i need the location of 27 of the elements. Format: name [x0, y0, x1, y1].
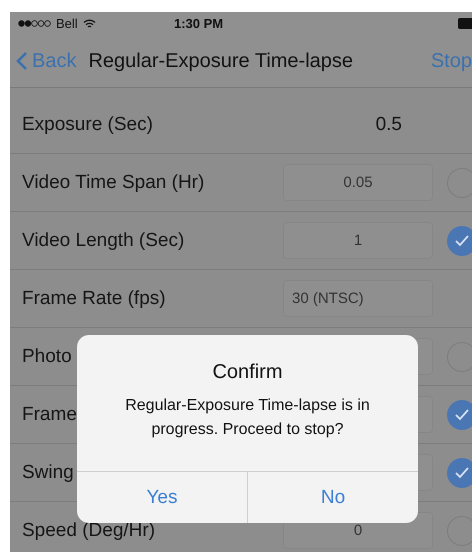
radio-button[interactable]	[447, 226, 472, 256]
input-field[interactable]	[416, 338, 433, 375]
dialog-message: Regular-Exposure Time-lapse is in progress. Proceed to stop?	[124, 396, 371, 440]
chevron-left-icon	[16, 51, 28, 71]
input-field[interactable]: 30 (NTSC)	[283, 280, 433, 317]
input-field[interactable]: 1	[283, 222, 433, 259]
row-label: Photo	[22, 346, 72, 368]
checkmark-icon	[455, 234, 469, 246]
screen-title: Regular-Exposure Time-lapse	[88, 50, 354, 72]
radio-button[interactable]	[447, 400, 472, 430]
row-label: Video Length (Sec)	[22, 230, 184, 252]
dialog-button[interactable]: No	[247, 472, 418, 523]
row-label: Frame Rate (fps)	[22, 288, 166, 310]
row-label: Exposure (Sec)	[22, 114, 153, 136]
wifi-icon	[82, 18, 96, 28]
dialog-title: Confirm	[211, 361, 284, 384]
row-label: Swing	[22, 462, 74, 484]
input-field[interactable]: 0.05	[283, 164, 433, 201]
carrier-text: Bell	[56, 16, 78, 31]
time-text: 1:30 PM	[174, 16, 224, 31]
signal-icon	[18, 20, 52, 27]
checkmark-icon	[455, 408, 469, 420]
row-label: Frame	[22, 404, 77, 426]
radio-button[interactable]	[447, 458, 472, 488]
value-text: 0.5	[376, 114, 402, 136]
checkmark-icon	[455, 466, 469, 478]
row-label: Video Time Span (Hr)	[22, 172, 204, 194]
